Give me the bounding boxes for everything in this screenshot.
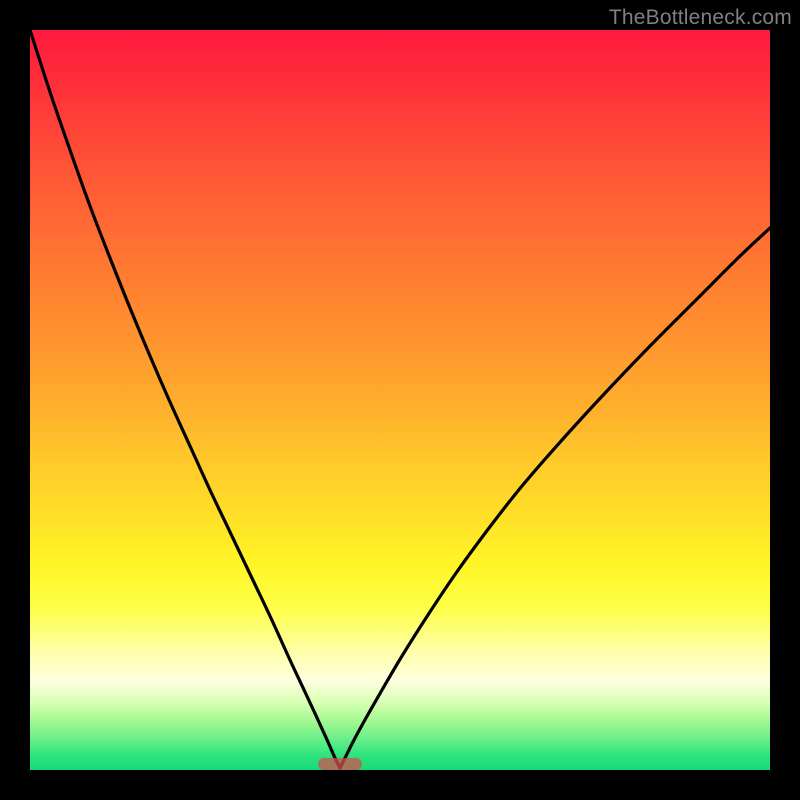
- curve-svg: [30, 30, 770, 770]
- curve-right-branch: [340, 228, 770, 768]
- plot-area: [30, 30, 770, 770]
- outer-frame: TheBottleneck.com: [0, 0, 800, 800]
- vertex-marker: [318, 758, 362, 770]
- curve-left-branch: [30, 30, 340, 768]
- watermark-text: TheBottleneck.com: [609, 6, 792, 30]
